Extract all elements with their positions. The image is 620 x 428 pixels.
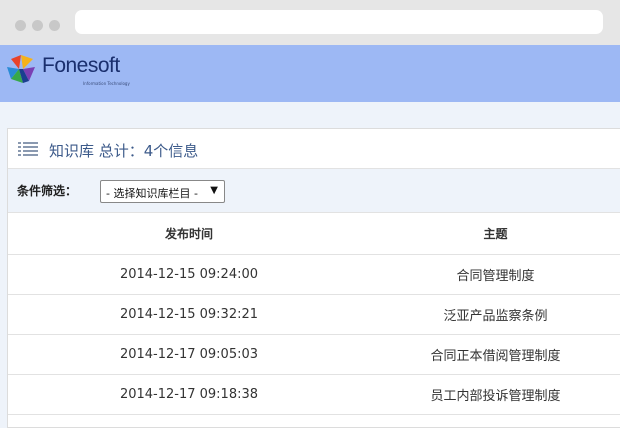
window-controls	[15, 16, 66, 31]
row-subject-link[interactable]: 员工内部投诉管理制度	[370, 374, 620, 415]
browser-chrome	[0, 0, 620, 45]
table-row[interactable]: 2014-12-15 09:24:00 合同管理制度	[8, 254, 620, 295]
column-header-date[interactable]: 发布时间	[8, 213, 370, 255]
row-subject-link[interactable]: 泛亚产品监察条例	[370, 294, 620, 335]
close-window-icon[interactable]	[15, 20, 26, 31]
panel-header: 知识库 总计：4个信息	[8, 129, 620, 169]
minimize-window-icon[interactable]	[32, 20, 43, 31]
address-bar[interactable]	[75, 10, 603, 34]
row-subject-link[interactable]: 合同正本借阅管理制度	[370, 334, 620, 375]
dropdown-arrow-icon: ▼	[210, 185, 218, 196]
brand-name: Fonesoft	[42, 54, 120, 77]
category-select-value: - 选择知识库栏目 -	[106, 187, 198, 200]
table-header-row: 发布时间 主题	[8, 213, 620, 255]
knowledge-table: 发布时间 主题 2014-12-15 09:24:00 合同管理制度 2014-…	[8, 213, 620, 415]
row-date: 2014-12-15 09:32:21	[8, 294, 370, 335]
row-date: 2014-12-17 09:18:38	[8, 374, 370, 415]
filter-bar: 条件筛选： - 选择知识库栏目 - ▼	[8, 169, 620, 213]
table-row[interactable]: 2014-12-17 09:05:03 合同正本借阅管理制度	[8, 334, 620, 375]
category-select[interactable]: - 选择知识库栏目 - ▼	[100, 180, 225, 203]
table-row[interactable]: 2014-12-15 09:32:21 泛亚产品监察条例	[8, 294, 620, 335]
maximize-window-icon[interactable]	[49, 20, 60, 31]
table-row[interactable]: 2014-12-17 09:18:38 员工内部投诉管理制度	[8, 374, 620, 415]
column-header-subject[interactable]: 主题	[370, 213, 620, 255]
fonesoft-logo-icon	[7, 55, 35, 83]
site-header: Fonesoft Information Technology	[0, 45, 620, 102]
logo[interactable]: Fonesoft Information Technology	[5, 53, 145, 87]
brand-tagline: Information Technology	[83, 81, 130, 86]
row-subject-link[interactable]: 合同管理制度	[370, 254, 620, 295]
knowledge-base-panel: 知识库 总计：4个信息 条件筛选： - 选择知识库栏目 - ▼ 发布时间 主题 …	[7, 128, 620, 428]
panel-title: 知识库 总计：4个信息	[49, 142, 199, 160]
filter-label: 条件筛选：	[17, 184, 78, 198]
row-date: 2014-12-17 09:05:03	[8, 334, 370, 375]
row-date: 2014-12-15 09:24:00	[8, 254, 370, 295]
list-icon	[18, 142, 38, 156]
